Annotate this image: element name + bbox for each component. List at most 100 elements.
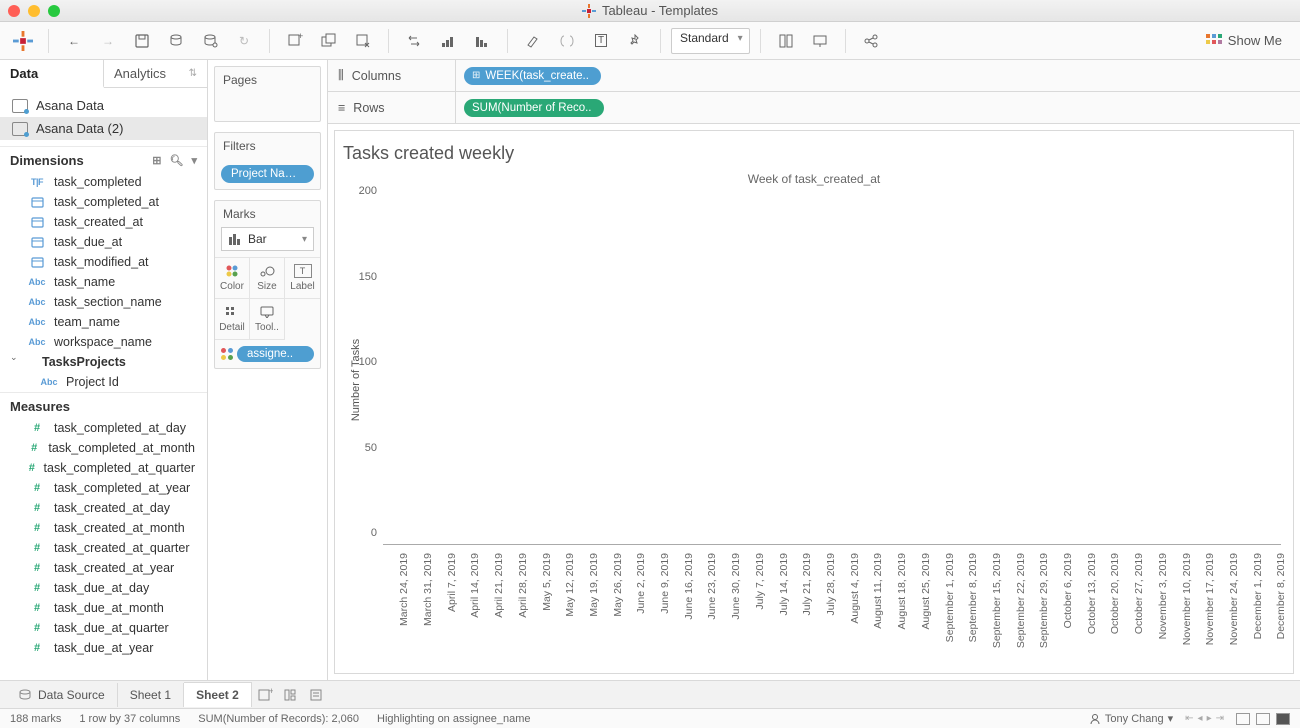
redo-icon[interactable]: → <box>93 27 123 55</box>
nav-controls[interactable]: ⇤◂▸⇥ <box>1185 713 1224 724</box>
labels-icon[interactable]: T <box>586 27 616 55</box>
status-bar: 188 marks 1 row by 37 columns SUM(Number… <box>0 708 1300 728</box>
measure-field[interactable]: #task_created_at_day <box>0 498 207 518</box>
swap-icon[interactable] <box>399 27 429 55</box>
duplicate-sheet-icon[interactable] <box>314 27 344 55</box>
presentation-icon[interactable] <box>805 27 835 55</box>
data-pane: Data Analytics⇅ Asana Data Asana Data (2… <box>0 60 208 680</box>
toolbar: ← → ↻ + T Standard Show Me <box>0 22 1300 60</box>
new-worksheet-icon[interactable]: + <box>280 27 310 55</box>
window-close-icon[interactable] <box>8 5 20 17</box>
rows-icon: ≡ <box>338 101 345 115</box>
search-icon[interactable]: 🔍︎ <box>170 154 184 167</box>
marks-card: Marks Bar Color Size TLabel Detail Tool.… <box>214 200 321 369</box>
show-me-button[interactable]: Show Me <box>1196 29 1292 52</box>
filter-pill-project[interactable]: Project Name: .. <box>221 165 314 183</box>
dimensions-header: Dimensions ⊞🔍︎▾ <box>0 146 207 172</box>
marks-type-select[interactable]: Bar <box>221 227 314 251</box>
measures-header: Measures <box>0 392 207 418</box>
status-highlight: Highlighting on assignee_name <box>377 713 531 725</box>
measure-field[interactable]: #task_completed_at_quarter <box>0 458 207 478</box>
shelves-pane: Pages Filters Project Name: .. Marks Bar… <box>208 60 328 680</box>
dimension-folder-tasksprojects[interactable]: TasksProjects <box>0 352 207 372</box>
datasource-icon <box>18 689 32 701</box>
window-title: Tableau - Templates <box>602 3 718 18</box>
filters-card[interactable]: Filters Project Name: .. <box>214 132 321 190</box>
marks-size[interactable]: Size <box>250 258 285 299</box>
dimension-field[interactable]: task_created_at <box>0 212 207 232</box>
status-sum: SUM(Number of Records): 2,060 <box>198 713 359 725</box>
viz-canvas[interactable]: Tasks created weekly Week of task_create… <box>334 130 1294 674</box>
new-dashboard-tab-icon[interactable] <box>278 688 304 702</box>
save-icon[interactable] <box>127 27 157 55</box>
x-axis-labels: March 24, 2019March 31, 2019April 7, 201… <box>383 549 1281 667</box>
share-icon[interactable] <box>856 27 886 55</box>
chart-area[interactable] <box>383 203 1281 545</box>
marks-color[interactable]: Color <box>215 258 250 299</box>
tab-sheet-2[interactable]: Sheet 2 <box>184 682 252 707</box>
rows-shelf[interactable]: ≡Rows SUM(Number of Reco.. <box>328 92 1300 124</box>
show-cards-icon[interactable] <box>771 27 801 55</box>
marks-color-assignee-pill[interactable]: assigne.. <box>221 346 314 362</box>
pin-icon[interactable] <box>620 27 650 55</box>
view-toggle-icon[interactable]: ⊞ <box>152 154 161 167</box>
dimension-field[interactable]: Abcteam_name <box>0 312 207 332</box>
svg-text:+: + <box>298 33 303 41</box>
measure-field[interactable]: #task_due_at_year <box>0 638 207 658</box>
marks-label[interactable]: TLabel <box>285 258 320 299</box>
dimension-field[interactable]: Abctask_section_name <box>0 292 207 312</box>
auto-update-icon[interactable] <box>195 27 225 55</box>
highlight-icon[interactable] <box>518 27 548 55</box>
workspace: ⫼Columns ⊞WEEK(task_create.. ≡Rows SUM(N… <box>328 60 1300 680</box>
sort-asc-icon[interactable] <box>433 27 463 55</box>
tab-sheet-1[interactable]: Sheet 1 <box>118 683 184 707</box>
sort-desc-icon[interactable] <box>467 27 497 55</box>
status-dims: 1 row by 37 columns <box>79 713 180 725</box>
pages-card[interactable]: Pages <box>214 66 321 122</box>
new-worksheet-tab-icon[interactable]: + <box>252 688 278 702</box>
viz-title[interactable]: Tasks created weekly <box>335 131 1293 168</box>
measure-field[interactable]: #task_created_at_month <box>0 518 207 538</box>
titlebar: Tableau - Templates <box>0 0 1300 22</box>
dimension-field[interactable]: T|Ftask_completed <box>0 172 207 192</box>
group-icon[interactable] <box>552 27 582 55</box>
undo-icon[interactable]: ← <box>59 27 89 55</box>
clear-sheet-icon[interactable] <box>348 27 378 55</box>
fit-select[interactable]: Standard <box>671 28 750 54</box>
marks-tooltip[interactable]: Tool.. <box>250 299 285 340</box>
tab-analytics[interactable]: Analytics⇅ <box>104 60 207 87</box>
new-story-tab-icon[interactable] <box>304 688 330 702</box>
dimension-field[interactable]: Abctask_name <box>0 272 207 292</box>
measure-field[interactable]: #task_due_at_month <box>0 598 207 618</box>
new-datasource-icon[interactable] <box>161 27 191 55</box>
x-axis-title: Week of task_created_at <box>335 168 1293 190</box>
window-zoom-icon[interactable] <box>48 5 60 17</box>
tab-data[interactable]: Data <box>0 60 104 88</box>
columns-pill-week[interactable]: ⊞WEEK(task_create.. <box>464 67 601 85</box>
window-minimize-icon[interactable] <box>28 5 40 17</box>
sheet-tabs-bar: Data Source Sheet 1 Sheet 2 + <box>0 680 1300 708</box>
dimension-field[interactable]: task_modified_at <box>0 252 207 272</box>
measure-field[interactable]: #task_created_at_year <box>0 558 207 578</box>
tableau-logo-icon[interactable] <box>8 27 38 55</box>
status-marks: 188 marks <box>10 713 61 725</box>
dimension-field[interactable]: AbcProject Id <box>0 372 207 392</box>
dimension-field[interactable]: Abcworkspace_name <box>0 332 207 352</box>
measure-field[interactable]: #task_completed_at_month <box>0 438 207 458</box>
measure-field[interactable]: #task_created_at_quarter <box>0 538 207 558</box>
datasource-asana[interactable]: Asana Data <box>0 94 207 117</box>
dimension-field[interactable]: task_due_at <box>0 232 207 252</box>
measure-field[interactable]: #task_completed_at_year <box>0 478 207 498</box>
view-mode-icons[interactable] <box>1236 713 1290 725</box>
dimension-field[interactable]: task_completed_at <box>0 192 207 212</box>
rows-pill-sum[interactable]: SUM(Number of Reco.. <box>464 99 604 117</box>
measure-field[interactable]: #task_due_at_day <box>0 578 207 598</box>
user-icon[interactable]: Tony Chang ▾ <box>1089 712 1173 725</box>
datasource-asana-2[interactable]: Asana Data (2) <box>0 117 207 140</box>
columns-shelf[interactable]: ⫼Columns ⊞WEEK(task_create.. <box>328 60 1300 92</box>
marks-detail[interactable]: Detail <box>215 299 250 340</box>
measure-field[interactable]: #task_due_at_quarter <box>0 618 207 638</box>
measure-field[interactable]: #task_completed_at_day <box>0 418 207 438</box>
refresh-icon[interactable]: ↻ <box>229 27 259 55</box>
tab-data-source[interactable]: Data Source <box>6 683 118 707</box>
